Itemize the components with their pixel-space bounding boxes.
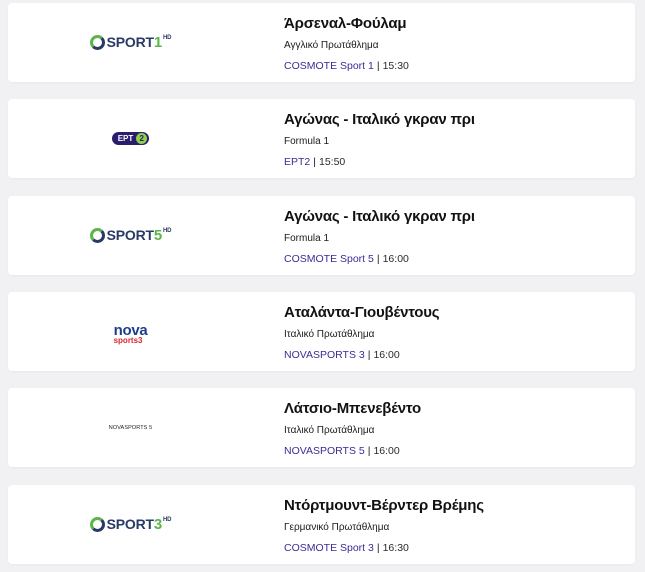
- event-competition: Ιταλικό Πρωτάθλημα: [284, 425, 375, 436]
- separator: |: [376, 60, 380, 72]
- logo-hd: HD: [163, 35, 172, 41]
- event-meta: NOVASPORTS 5 | 16:00: [284, 444, 625, 458]
- separator: |: [367, 445, 371, 457]
- event-card[interactable]: NOVASPORTS 5 Λάτσιο-Μπενεβέντο Ιταλικό Π…: [8, 388, 635, 467]
- event-time: 15:30: [382, 60, 409, 72]
- logo-sub: sports3: [113, 335, 143, 345]
- cosmote-sport-logo: SPORT 1 HD: [89, 34, 172, 51]
- channel-link[interactable]: NOVASPORTS 5: [284, 445, 365, 457]
- channel-link[interactable]: COSMOTE Sport 5: [284, 253, 374, 265]
- event-info: Λάτσιο-Μπενεβέντο Ιταλικό Πρωτάθλημα NOV…: [284, 398, 625, 458]
- event-competition: Γερμανικό Πρωτάθλημα: [284, 522, 390, 533]
- ert2-logo: ΕΡΤ 2: [111, 132, 150, 145]
- channel-link[interactable]: NOVASPORTS 3: [284, 349, 365, 361]
- channel-link[interactable]: COSMOTE Sport 3: [284, 542, 374, 554]
- event-info: Αγώνας - Ιταλικό γκραν πρι Formula 1 ΕΡΤ…: [284, 109, 625, 169]
- event-meta: NOVASPORTS 3 | 16:00: [284, 348, 625, 362]
- logo-number: 1: [153, 34, 163, 51]
- event-time: 16:00: [373, 445, 400, 457]
- cosmote-sport-logo: SPORT 3 HD: [89, 516, 172, 533]
- event-info: Αταλάντα-Γιουβέντους Ιταλικό Πρωτάθλημα …: [284, 302, 625, 362]
- channel-logo: SPORT 5 HD: [8, 196, 253, 275]
- event-meta: COSMOTE Sport 5 | 16:00: [284, 252, 625, 266]
- logo-brand: ΕΡΤ: [117, 134, 134, 143]
- logo-brand: SPORT: [106, 516, 154, 532]
- event-time: 16:00: [373, 349, 400, 361]
- event-card[interactable]: SPORT 1 HD Άρσεναλ-Φούλαμ Αγγλικό Πρωτάθ…: [8, 3, 635, 82]
- event-meta: COSMOTE Sport 1 | 15:30: [284, 59, 625, 73]
- event-info: Ντόρτμουντ-Βέρντερ Βρέμης Γερμανικό Πρωτ…: [284, 495, 625, 555]
- event-competition: Formula 1: [284, 136, 330, 147]
- event-title[interactable]: Άρσεναλ-Φούλαμ: [284, 13, 625, 35]
- logo-number: 5: [153, 227, 163, 244]
- event-title[interactable]: Αγώνας - Ιταλικό γκραν πρι: [284, 206, 625, 228]
- event-time: 15:50: [319, 156, 346, 168]
- separator: |: [376, 542, 380, 554]
- event-meta: ΕΡΤ2 | 15:50: [284, 155, 625, 169]
- event-card[interactable]: SPORT 5 HD Αγώνας - Ιταλικό γκραν πρι Fo…: [8, 196, 635, 275]
- event-card[interactable]: nova sports3 Αταλάντα-Γιουβέντους Ιταλικ…: [8, 292, 635, 371]
- event-competition: Αγγλικό Πρωτάθλημα: [284, 40, 379, 51]
- logo-hd: HD: [163, 228, 172, 234]
- channel-logo: SPORT 1 HD: [8, 3, 253, 82]
- event-competition: Formula 1: [284, 233, 330, 244]
- event-title[interactable]: Αταλάντα-Γιουβέντους: [284, 302, 625, 324]
- channel-link[interactable]: ΕΡΤ2: [284, 156, 310, 168]
- cosmote-ring-icon: [89, 35, 105, 50]
- event-time: 16:30: [382, 542, 409, 554]
- event-card[interactable]: SPORT 3 HD Ντόρτμουντ-Βέρντερ Βρέμης Γερ…: [8, 485, 635, 564]
- logo-brand: SPORT: [106, 227, 154, 243]
- event-meta: COSMOTE Sport 3 | 16:30: [284, 541, 625, 555]
- channel-logo: SPORT 3 HD: [8, 485, 253, 564]
- logo-hd: HD: [163, 517, 172, 523]
- separator: |: [313, 156, 316, 168]
- event-title[interactable]: Λάτσιο-Μπενεβέντο: [284, 398, 625, 420]
- novasports-logo: nova sports3: [114, 323, 148, 345]
- event-title[interactable]: Ντόρτμουντ-Βέρντερ Βρέμης: [284, 495, 625, 517]
- channel-logo: ΕΡΤ 2: [8, 99, 253, 178]
- logo-number: 2: [136, 133, 148, 144]
- logo-number: 3: [153, 516, 163, 533]
- event-title[interactable]: Αγώνας - Ιταλικό γκραν πρι: [284, 109, 625, 131]
- separator: |: [376, 253, 380, 265]
- event-card[interactable]: ΕΡΤ 2 Αγώνας - Ιταλικό γκραν πρι Formula…: [8, 99, 635, 178]
- cosmote-ring-icon: [89, 228, 105, 243]
- logo-brand: SPORT: [106, 34, 154, 50]
- logo-alt-text: NOVASPORTS 5: [108, 424, 153, 431]
- cosmote-ring-icon: [89, 517, 105, 532]
- event-time: 16:00: [382, 253, 409, 265]
- event-info: Άρσεναλ-Φούλαμ Αγγλικό Πρωτάθλημα COSMOT…: [284, 13, 625, 73]
- channel-link[interactable]: COSMOTE Sport 1: [284, 60, 374, 72]
- event-competition: Ιταλικό Πρωτάθλημα: [284, 329, 375, 340]
- channel-logo: nova sports3: [8, 292, 253, 371]
- separator: |: [367, 349, 371, 361]
- event-info: Αγώνας - Ιταλικό γκραν πρι Formula 1 COS…: [284, 206, 625, 266]
- channel-logo: NOVASPORTS 5: [8, 388, 253, 467]
- cosmote-sport-logo: SPORT 5 HD: [89, 227, 172, 244]
